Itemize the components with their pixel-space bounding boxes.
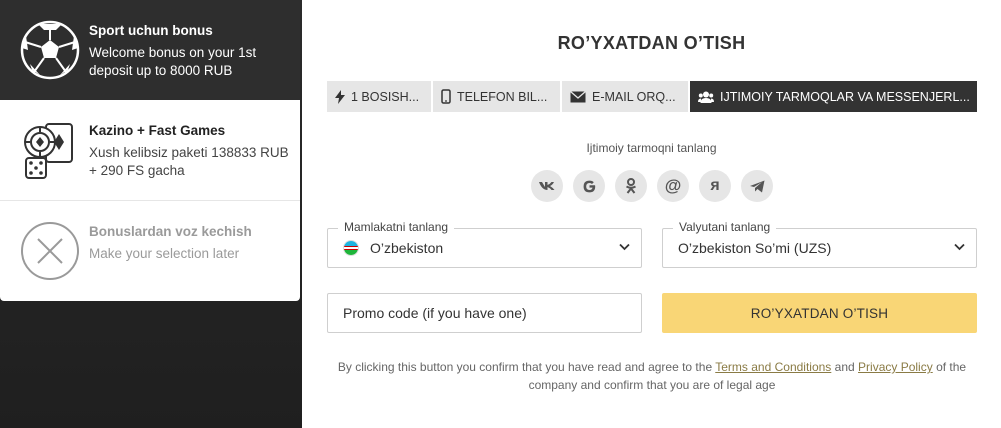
social-network-label: Ijtimoiy tarmoqni tanlang — [586, 141, 717, 155]
envelope-icon — [570, 90, 586, 102]
bonus-description: Welcome bonus on your 1st deposit up to … — [89, 45, 257, 78]
google-icon — [583, 180, 595, 192]
uzbekistan-flag-icon — [343, 240, 359, 256]
tab-phone[interactable]: TELEFON BIL... — [433, 81, 560, 112]
odnoklassniki-button[interactable] — [615, 170, 647, 202]
tab-email[interactable]: E-MAIL ORQ... — [562, 81, 688, 112]
bonus-title: Kazino + Fast Games — [89, 123, 226, 138]
lightning-icon — [335, 89, 345, 104]
bonus-title: Bonuslardan voz kechish — [89, 224, 252, 239]
soccer-ball-icon — [20, 20, 80, 80]
phone-icon — [441, 89, 451, 104]
country-select[interactable]: Mamlakatni tanlang O’zbekiston — [327, 220, 642, 268]
legal-prefix: By clicking this button you confirm that… — [337, 360, 713, 374]
yandex-icon: я — [710, 177, 720, 194]
tab-label: IJTIMOIY TARMOQLAR VA MESSENJERL... — [720, 89, 970, 104]
users-icon — [698, 91, 714, 103]
tab-one-click[interactable]: 1 BOSISH... — [327, 81, 431, 112]
legal-and: and — [834, 360, 855, 374]
country-value: O’zbekiston — [370, 240, 444, 256]
tab-label: 1 BOSISH... — [351, 89, 420, 104]
mail-ru-icon: @ — [664, 176, 682, 195]
bonus-text: Kazino + Fast Games Xush kelibsiz paketi… — [89, 122, 289, 180]
telegram-icon — [749, 180, 764, 192]
legal-notice: By clicking this button you confirm that… — [332, 358, 972, 394]
social-buttons: @ я — [531, 170, 773, 202]
promo-code-field — [327, 293, 642, 333]
vk-icon — [539, 182, 555, 190]
bonus-panel: Sport uchun bonus Welcome bonus on your … — [0, 0, 302, 428]
registration-form: RO’YXATDAN O’TISH 1 BOSISH... TELEFON BI… — [302, 0, 1001, 428]
bonus-option-sport[interactable]: Sport uchun bonus Welcome bonus on your … — [0, 0, 300, 100]
chevron-down-icon — [619, 243, 630, 251]
bonus-text: Bonuslardan voz kechish Make your select… — [89, 223, 289, 263]
bonus-description: Make your selection later — [89, 246, 240, 261]
odnoklassniki-icon — [626, 178, 636, 194]
bonus-option-casino[interactable]: Kazino + Fast Games Xush kelibsiz paketi… — [0, 100, 300, 201]
chevron-down-icon — [954, 243, 965, 251]
vk-button[interactable] — [531, 170, 563, 202]
privacy-link[interactable]: Privacy Policy — [858, 360, 933, 374]
mail-ru-button[interactable]: @ — [657, 170, 689, 202]
tab-label: E-MAIL ORQ... — [592, 89, 676, 104]
form-title: RO’YXATDAN O’TISH — [557, 33, 746, 53]
tab-social[interactable]: IJTIMOIY TARMOQLAR VA MESSENJERL... — [690, 81, 977, 112]
tab-label: TELEFON BIL... — [457, 89, 548, 104]
register-button[interactable]: RO’YXATDAN O’TISH — [662, 293, 977, 333]
currency-label: Valyutani tanlang — [673, 220, 777, 234]
google-button[interactable] — [573, 170, 605, 202]
casino-chips-cards-dice-icon — [24, 123, 73, 179]
yandex-button[interactable]: я — [699, 170, 731, 202]
telegram-button[interactable] — [741, 170, 773, 202]
terms-link[interactable]: Terms and Conditions — [715, 360, 831, 374]
bonus-description: Xush kelibsiz paketi 138833 RUB + 290 FS… — [89, 145, 289, 178]
bonus-text: Sport uchun bonus Welcome bonus on your … — [89, 22, 289, 80]
bonus-option-decline[interactable]: Bonuslardan voz kechish Make your select… — [0, 201, 300, 301]
promo-code-input[interactable] — [328, 294, 641, 332]
bonus-title: Sport uchun bonus — [89, 23, 213, 38]
currency-select[interactable]: Valyutani tanlang O’zbekiston So’mi (UZS… — [662, 220, 977, 268]
currency-value: O’zbekiston So’mi (UZS) — [678, 240, 832, 256]
country-label: Mamlakatni tanlang — [338, 220, 455, 234]
registration-tabs: 1 BOSISH... TELEFON BIL... E-MAIL ORQ...… — [327, 81, 977, 112]
decline-x-icon — [21, 222, 79, 280]
